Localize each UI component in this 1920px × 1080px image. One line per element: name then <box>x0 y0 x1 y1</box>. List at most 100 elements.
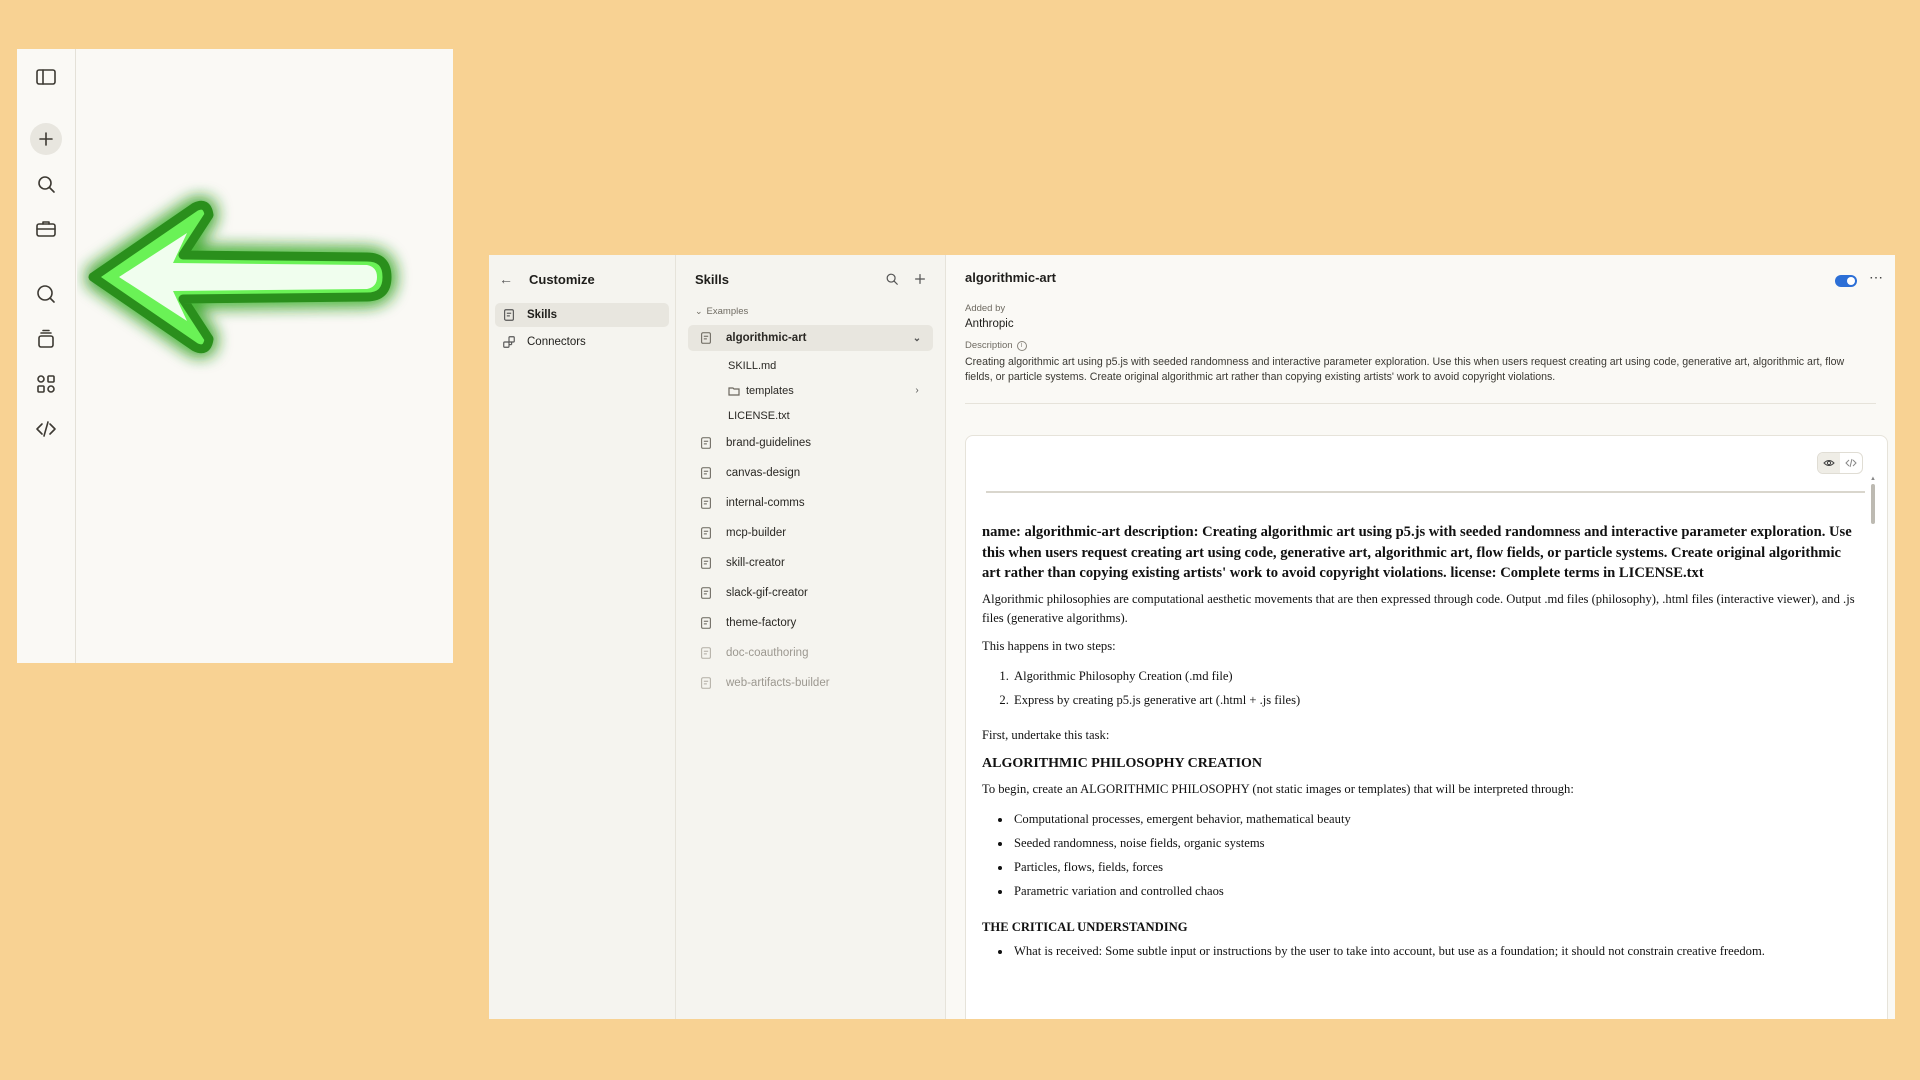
back-arrow-icon[interactable]: ← <box>497 270 515 288</box>
detail-header: algorithmic-art ⋯ <box>946 255 1895 303</box>
skill-item-theme-factory[interactable]: theme-factory <box>688 610 933 636</box>
mini-sidebar-panel <box>17 49 453 663</box>
skill-item-label: skill-creator <box>726 557 785 569</box>
skill-title: algorithmic-art <box>965 270 1057 285</box>
skills-title: Skills <box>695 271 729 287</box>
skill-item-mcp-builder[interactable]: mcp-builder <box>688 520 933 546</box>
added-by-value: Anthropic <box>965 318 1014 330</box>
skills-header: Skills <box>676 255 945 303</box>
list-item: What is received: Some subtle input or i… <box>1012 941 1857 961</box>
highlight-arrow-icon <box>77 139 437 379</box>
list-item: Computational processes, emergent behavi… <box>1012 807 1857 831</box>
customize-header: ← Customize <box>489 255 675 303</box>
skill-meta: Added by Anthropic Description i Creatin… <box>946 303 1895 385</box>
skill-item-label: mcp-builder <box>726 527 787 539</box>
plus-icon[interactable] <box>30 123 62 155</box>
skill-doc-icon <box>698 555 714 571</box>
scrollbar-thumb[interactable] <box>1871 484 1875 524</box>
file-item-license[interactable]: LICENSE.txt <box>688 405 933 426</box>
skill-doc-icon <box>698 615 714 631</box>
skill-doc-icon <box>698 675 714 691</box>
section-title: ALGORITHMIC PHILOSOPHY CREATION <box>982 755 1263 771</box>
apps-icon[interactable] <box>30 368 62 400</box>
layers-icon[interactable] <box>30 323 62 355</box>
customize-title: Customize <box>529 271 595 287</box>
skill-item-label: slack-gif-creator <box>726 587 808 599</box>
more-options-icon[interactable]: ⋯ <box>1869 269 1883 286</box>
search-icon[interactable] <box>30 168 62 200</box>
skill-enabled-toggle[interactable] <box>1835 275 1857 287</box>
file-item-label: LICENSE.txt <box>728 409 790 422</box>
skill-document-preview: ▲ name: algorithmic-art description: Cre… <box>965 435 1888 1019</box>
list-item: Particles, flows, fields, forces <box>1012 855 1857 879</box>
briefcase-icon[interactable] <box>30 213 62 245</box>
chat-icon[interactable] <box>30 278 62 310</box>
file-item-label: templates <box>746 384 794 397</box>
description-label: Description <box>965 340 1013 351</box>
steps-list: Algorithmic Philosophy Creation (.md fil… <box>1012 664 1857 712</box>
customize-column: ← Customize Skills Connectors <box>489 255 676 1019</box>
skill-doc-icon <box>698 495 714 511</box>
skill-item-slack-gif-creator[interactable]: slack-gif-creator <box>688 580 933 606</box>
skill-item-web-artifacts-builder[interactable]: web-artifacts-builder <box>688 670 933 696</box>
group-label-examples[interactable]: ⌄ Examples <box>676 303 945 319</box>
chevron-down-icon[interactable]: ⌄ <box>909 333 925 344</box>
skill-doc-icon <box>698 645 714 661</box>
skill-item-label: theme-factory <box>726 617 797 629</box>
add-skill-plus-icon[interactable] <box>911 270 929 288</box>
skill-item-label: web-artifacts-builder <box>726 677 830 689</box>
skill-list: brand-guidelines canvas-design internal-co… <box>676 430 945 696</box>
skill-item-skill-creator[interactable]: skill-creator <box>688 550 933 576</box>
document-body: name: algorithmic-art description: Creat… <box>982 522 1857 975</box>
nav-item-skills[interactable]: Skills <box>495 303 669 327</box>
skills-column: Skills ⌄ Examples algorithmic-art ⌄ SKIL… <box>676 255 946 1019</box>
file-item-skill-md[interactable]: SKILL.md <box>688 355 933 376</box>
view-mode-switch <box>1817 452 1863 474</box>
sidebar-toggle-icon[interactable] <box>30 61 62 93</box>
section-list: What is received: Some subtle input or i… <box>1012 941 1857 961</box>
chevron-down-icon: ⌄ <box>695 305 703 316</box>
group-label-text: Examples <box>706 305 749 317</box>
skill-doc-icon <box>698 465 714 481</box>
skill-doc-icon <box>698 525 714 541</box>
skill-item-canvas-design[interactable]: canvas-design <box>688 460 933 486</box>
nav-item-connectors[interactable]: Connectors <box>495 330 669 354</box>
info-icon[interactable]: i <box>1016 340 1027 351</box>
skill-doc-icon <box>501 307 517 323</box>
folder-item-templates[interactable]: templates › <box>688 380 933 401</box>
eye-icon[interactable] <box>1818 453 1840 473</box>
chevron-right-icon[interactable]: › <box>909 385 925 396</box>
icon-rail <box>17 49 76 663</box>
file-item-label: SKILL.md <box>728 359 777 372</box>
skill-item-brand-guidelines[interactable]: brand-guidelines <box>688 430 933 456</box>
list-item: Seeded randomness, noise fields, organic… <box>1012 831 1857 855</box>
skill-item-label: doc-coauthoring <box>726 647 809 659</box>
customize-window: ← Customize Skills Connectors Skills ⌄ E… <box>489 255 1895 1019</box>
skill-doc-icon <box>698 330 714 346</box>
horizontal-rule <box>986 491 1865 493</box>
document-intro: Algorithmic philosophies are computation… <box>982 591 1855 626</box>
task-intro: First, undertake this task: <box>982 728 1110 742</box>
section-intro: To begin, create an ALGORITHMIC PHILOSOP… <box>982 781 1574 796</box>
skill-item-algorithmic-art[interactable]: algorithmic-art ⌄ <box>688 325 933 351</box>
skill-item-label: internal-comms <box>726 497 805 509</box>
skill-doc-icon <box>698 435 714 451</box>
nav-item-label: Connectors <box>527 336 586 348</box>
folder-icon <box>728 385 740 397</box>
code-view-icon[interactable] <box>1840 453 1862 473</box>
skill-detail-pane: algorithmic-art ⋯ Added by Anthropic Des… <box>946 255 1895 1019</box>
skill-item-label: algorithmic-art <box>726 332 807 344</box>
document-heading: name: algorithmic-art description: Creat… <box>982 524 1852 581</box>
search-icon[interactable] <box>883 270 901 288</box>
skill-item-doc-coauthoring[interactable]: doc-coauthoring <box>688 640 933 666</box>
code-icon[interactable] <box>30 413 62 445</box>
section-list: Computational processes, emergent behavi… <box>1012 807 1857 903</box>
description-text: Creating algorithmic art using p5.js wit… <box>965 356 1845 383</box>
scroll-up-icon[interactable]: ▲ <box>1870 476 1876 482</box>
nav-item-label: Skills <box>527 309 558 321</box>
list-item: Express by creating p5.js generative art… <box>1012 688 1857 712</box>
list-item: Parametric variation and controlled chao… <box>1012 879 1857 903</box>
description-label-row: Description i <box>965 340 1876 351</box>
skill-item-internal-comms[interactable]: internal-comms <box>688 490 933 516</box>
added-by-label: Added by <box>965 303 1006 314</box>
